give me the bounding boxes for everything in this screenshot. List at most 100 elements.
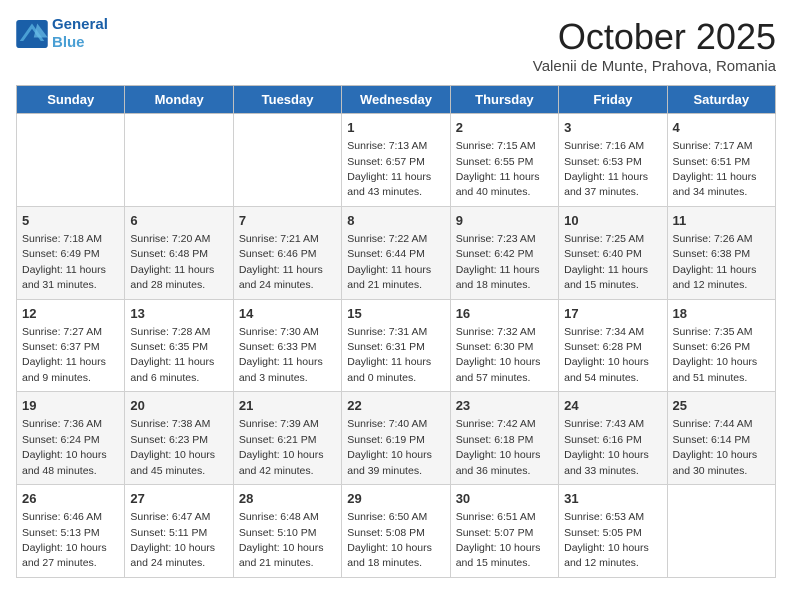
day-number: 26 (22, 490, 119, 508)
day-number: 6 (130, 212, 227, 230)
calendar-cell: 21 Sunrise: 7:39 AM Sunset: 6:21 PM Dayli… (233, 392, 341, 485)
day-number: 12 (22, 305, 119, 323)
weekday-header-saturday: Saturday (667, 86, 775, 114)
calendar-cell: 25 Sunrise: 7:44 AM Sunset: 6:14 PM Dayli… (667, 392, 775, 485)
day-info: Sunrise: 7:16 AM Sunset: 6:53 PM Dayligh… (564, 140, 648, 198)
calendar-cell (667, 485, 775, 578)
day-info: Sunrise: 7:39 AM Sunset: 6:21 PM Dayligh… (239, 418, 324, 476)
day-number: 4 (673, 119, 770, 137)
calendar-cell: 24Sunrise: 7:43 AM Sunset: 6:16 PM Dayli… (559, 392, 667, 485)
day-info: Sunrise: 7:42 AM Sunset: 6:18 PM Dayligh… (456, 418, 541, 476)
weekday-header-wednesday: Wednesday (342, 86, 450, 114)
calendar-cell: 4 Sunrise: 7:17 AM Sunset: 6:51 PM Daylig… (667, 114, 775, 207)
calendar-cell: 15 Sunrise: 7:31 AM Sunset: 6:31 PM Dayli… (342, 299, 450, 392)
day-info: Sunrise: 7:18 AM Sunset: 6:49 PM Dayligh… (22, 233, 106, 291)
calendar-cell: 28 Sunrise: 6:48 AM Sunset: 5:10 PM Dayli… (233, 485, 341, 578)
day-number: 8 (347, 212, 444, 230)
calendar-cell: 16Sunrise: 7:32 AM Sunset: 6:30 PM Dayli… (450, 299, 558, 392)
weekday-header-thursday: Thursday (450, 86, 558, 114)
day-number: 14 (239, 305, 336, 323)
day-number: 3 (564, 119, 661, 137)
day-info: Sunrise: 7:36 AM Sunset: 6:24 PM Dayligh… (22, 418, 107, 476)
calendar-cell: 3 Sunrise: 7:16 AM Sunset: 6:53 PM Daylig… (559, 114, 667, 207)
day-number: 5 (22, 212, 119, 230)
day-info: Sunrise: 7:28 AM Sunset: 6:35 PM Dayligh… (130, 326, 214, 384)
day-number: 23 (456, 397, 553, 415)
day-info: Sunrise: 7:21 AM Sunset: 6:46 PM Dayligh… (239, 233, 323, 291)
day-number: 17 (564, 305, 661, 323)
calendar-week-5: 26 Sunrise: 6:46 AM Sunset: 5:13 PM Dayli… (17, 485, 776, 578)
day-info: Sunrise: 6:46 AM Sunset: 5:13 PM Dayligh… (22, 511, 107, 569)
calendar-cell: 9Sunrise: 7:23 AM Sunset: 6:42 PM Daylig… (450, 206, 558, 299)
calendar-cell: 14 Sunrise: 7:30 AM Sunset: 6:33 PM Dayli… (233, 299, 341, 392)
day-number: 27 (130, 490, 227, 508)
calendar-cell: 20Sunrise: 7:38 AM Sunset: 6:23 PM Dayli… (125, 392, 233, 485)
day-number: 28 (239, 490, 336, 508)
day-info: Sunrise: 7:13 AM Sunset: 6:57 PM Dayligh… (347, 140, 431, 198)
day-number: 21 (239, 397, 336, 415)
location-subtitle: Valenii de Munte, Prahova, Romania (533, 58, 776, 75)
day-number: 29 (347, 490, 444, 508)
day-info: Sunrise: 7:34 AM Sunset: 6:28 PM Dayligh… (564, 326, 649, 384)
title-block: October 2025 Valenii de Munte, Prahova, … (533, 16, 776, 75)
day-number: 19 (22, 397, 119, 415)
day-info: Sunrise: 6:47 AM Sunset: 5:11 PM Dayligh… (130, 511, 215, 569)
weekday-header-tuesday: Tuesday (233, 86, 341, 114)
day-number: 1 (347, 119, 444, 137)
calendar-cell: 13 Sunrise: 7:28 AM Sunset: 6:35 PM Dayli… (125, 299, 233, 392)
calendar-cell: 17 Sunrise: 7:34 AM Sunset: 6:28 PM Dayli… (559, 299, 667, 392)
calendar-cell: 1 Sunrise: 7:13 AM Sunset: 6:57 PM Daylig… (342, 114, 450, 207)
calendar-cell: 22Sunrise: 7:40 AM Sunset: 6:19 PM Dayli… (342, 392, 450, 485)
day-info: Sunrise: 7:15 AM Sunset: 6:55 PM Dayligh… (456, 140, 540, 198)
day-info: Sunrise: 6:53 AM Sunset: 5:05 PM Dayligh… (564, 511, 649, 569)
calendar-week-3: 12 Sunrise: 7:27 AM Sunset: 6:37 PM Dayli… (17, 299, 776, 392)
weekday-header-row: SundayMondayTuesdayWednesdayThursdayFrid… (17, 86, 776, 114)
day-info: Sunrise: 7:26 AM Sunset: 6:38 PM Dayligh… (673, 233, 757, 291)
day-info: Sunrise: 6:50 AM Sunset: 5:08 PM Dayligh… (347, 511, 432, 569)
day-info: Sunrise: 7:23 AM Sunset: 6:42 PM Dayligh… (456, 233, 540, 291)
calendar-cell (233, 114, 341, 207)
day-number: 16 (456, 305, 553, 323)
day-number: 25 (673, 397, 770, 415)
day-number: 2 (456, 119, 553, 137)
page-header: General Blue October 2025 Valenii de Mun… (16, 16, 776, 75)
day-number: 18 (673, 305, 770, 323)
calendar-cell: 8Sunrise: 7:22 AM Sunset: 6:44 PM Daylig… (342, 206, 450, 299)
calendar-cell: 31Sunrise: 6:53 AM Sunset: 5:05 PM Dayli… (559, 485, 667, 578)
calendar-week-2: 5 Sunrise: 7:18 AM Sunset: 6:49 PM Daylig… (17, 206, 776, 299)
day-number: 10 (564, 212, 661, 230)
day-number: 7 (239, 212, 336, 230)
logo-icon (16, 20, 48, 48)
calendar-table: SundayMondayTuesdayWednesdayThursdayFrid… (16, 85, 776, 578)
weekday-header-monday: Monday (125, 86, 233, 114)
calendar-week-4: 19 Sunrise: 7:36 AM Sunset: 6:24 PM Dayli… (17, 392, 776, 485)
calendar-cell (17, 114, 125, 207)
day-info: Sunrise: 7:35 AM Sunset: 6:26 PM Dayligh… (673, 326, 758, 384)
calendar-cell: 26 Sunrise: 6:46 AM Sunset: 5:13 PM Dayli… (17, 485, 125, 578)
weekday-header-sunday: Sunday (17, 86, 125, 114)
calendar-cell: 7 Sunrise: 7:21 AM Sunset: 6:46 PM Daylig… (233, 206, 341, 299)
day-number: 13 (130, 305, 227, 323)
calendar-cell: 29 Sunrise: 6:50 AM Sunset: 5:08 PM Dayli… (342, 485, 450, 578)
day-info: Sunrise: 7:40 AM Sunset: 6:19 PM Dayligh… (347, 418, 432, 476)
calendar-cell: 5 Sunrise: 7:18 AM Sunset: 6:49 PM Daylig… (17, 206, 125, 299)
calendar-cell: 18 Sunrise: 7:35 AM Sunset: 6:26 PM Dayli… (667, 299, 775, 392)
calendar-cell: 30 Sunrise: 6:51 AM Sunset: 5:07 PM Dayli… (450, 485, 558, 578)
calendar-cell: 23 Sunrise: 7:42 AM Sunset: 6:18 PM Dayli… (450, 392, 558, 485)
day-info: Sunrise: 6:51 AM Sunset: 5:07 PM Dayligh… (456, 511, 541, 569)
logo-text: General Blue (52, 16, 108, 52)
day-info: Sunrise: 7:20 AM Sunset: 6:48 PM Dayligh… (130, 233, 214, 291)
day-info: Sunrise: 7:30 AM Sunset: 6:33 PM Dayligh… (239, 326, 323, 384)
day-number: 15 (347, 305, 444, 323)
day-info: Sunrise: 7:17 AM Sunset: 6:51 PM Dayligh… (673, 140, 757, 198)
logo: General Blue (16, 16, 108, 52)
day-info: Sunrise: 6:48 AM Sunset: 5:10 PM Dayligh… (239, 511, 324, 569)
calendar-cell: 12 Sunrise: 7:27 AM Sunset: 6:37 PM Dayli… (17, 299, 125, 392)
day-info: Sunrise: 7:31 AM Sunset: 6:31 PM Dayligh… (347, 326, 431, 384)
day-info: Sunrise: 7:25 AM Sunset: 6:40 PM Dayligh… (564, 233, 648, 291)
day-info: Sunrise: 7:44 AM Sunset: 6:14 PM Dayligh… (673, 418, 758, 476)
day-number: 20 (130, 397, 227, 415)
day-info: Sunrise: 7:27 AM Sunset: 6:37 PM Dayligh… (22, 326, 106, 384)
day-number: 30 (456, 490, 553, 508)
weekday-header-friday: Friday (559, 86, 667, 114)
